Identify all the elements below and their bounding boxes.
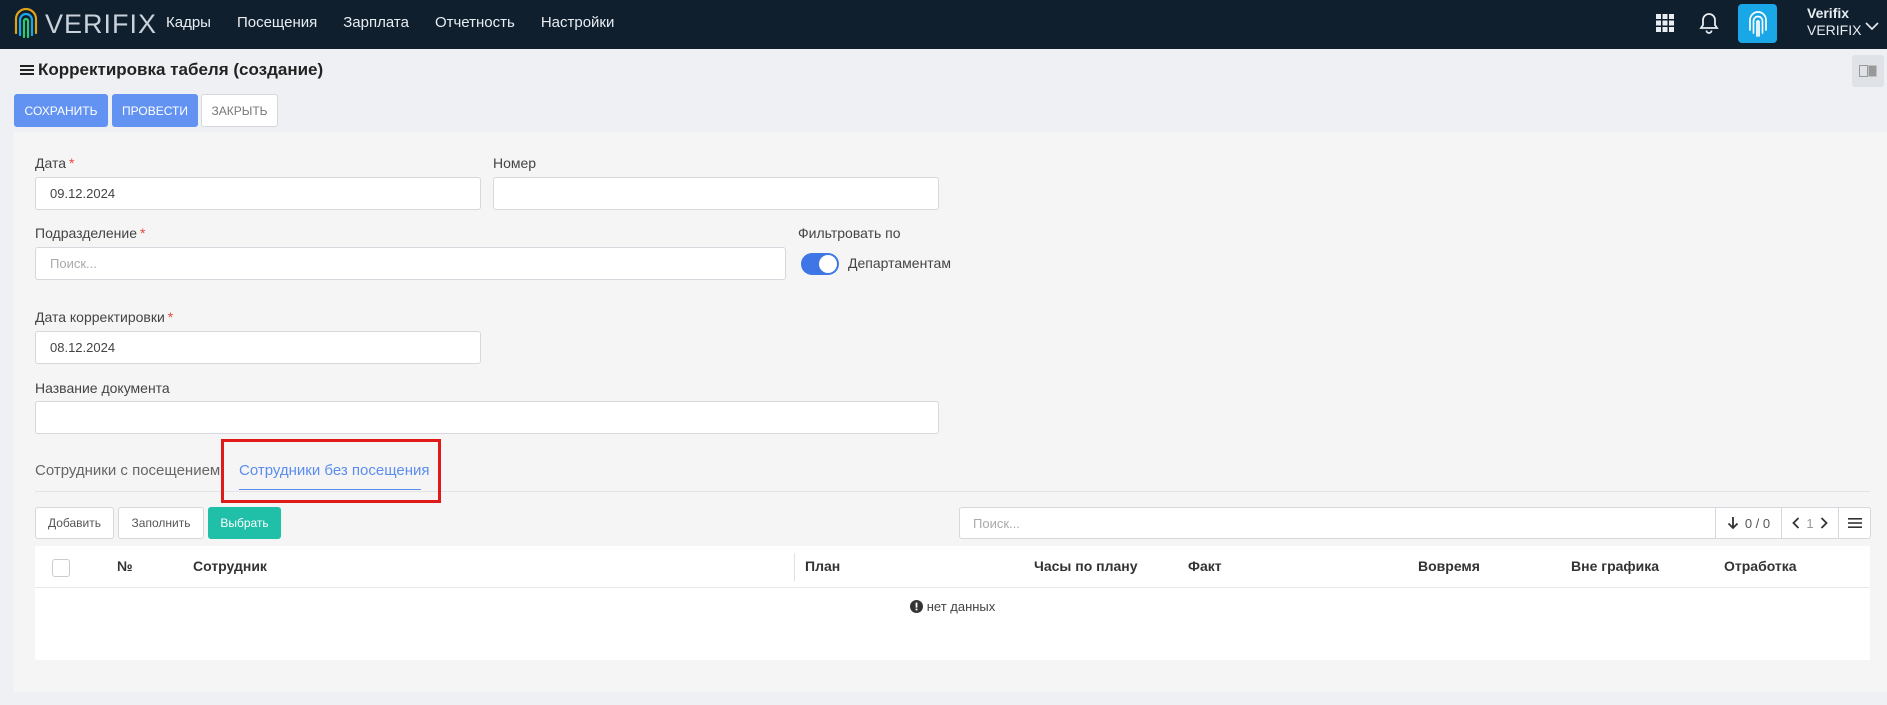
logo-text: VERIFIX (45, 8, 158, 39)
close-button[interactable]: ЗАКРЫТЬ (201, 94, 278, 127)
save-button[interactable]: СОХРАНИТЬ (14, 94, 108, 127)
fill-button[interactable]: Заполнить (118, 507, 204, 539)
verifix-logo[interactable]: VERIFIX (13, 5, 157, 43)
number-field[interactable] (493, 177, 939, 210)
employees-table: № Сотрудник План Часы по плану Факт Вовр… (35, 546, 1870, 660)
apps-grid-icon[interactable] (1655, 13, 1675, 33)
nav-item-salary[interactable]: Зарплата (343, 14, 409, 31)
document-name-field[interactable] (35, 401, 939, 434)
add-button[interactable]: Добавить (35, 507, 114, 539)
toggle-knob (819, 255, 837, 273)
info-icon (909, 600, 923, 613)
list-menu-icon (1847, 518, 1862, 528)
fingerprint-icon (1748, 10, 1767, 37)
select-button[interactable]: Выбрать (208, 507, 281, 539)
table-search-input[interactable]: Поиск... (959, 507, 1716, 539)
nav-item-attendance[interactable]: Посещения (237, 14, 317, 31)
hamburger-menu-icon[interactable] (20, 64, 34, 76)
fingerprint-button[interactable] (1738, 4, 1777, 43)
user-menu[interactable]: Verifix VERIFIX (1807, 5, 1861, 38)
column-fact[interactable]: Факт (1188, 558, 1222, 574)
filter-label: Фильтровать по (798, 225, 901, 241)
division-search-input[interactable]: Поиск... (35, 247, 786, 280)
highlight-box (221, 439, 441, 503)
column-on-time[interactable]: Вовремя (1418, 558, 1480, 574)
main-nav: Кадры Посещения Зарплата Отчетность Наст… (166, 0, 640, 45)
nav-item-settings[interactable]: Настройки (541, 14, 615, 31)
user-org: VERIFIX (1807, 22, 1862, 38)
column-plan[interactable]: План (805, 558, 840, 574)
table-header: № Сотрудник План Часы по плану Факт Вовр… (35, 546, 1870, 588)
chevron-right-icon[interactable] (1820, 517, 1828, 529)
correction-date-label: Дата корректировки * (35, 309, 174, 325)
column-employee[interactable]: Сотрудник (193, 558, 267, 574)
column-workoff[interactable]: Отработка (1724, 558, 1797, 574)
page-title: Корректировка табеля (создание) (20, 60, 323, 80)
nav-item-reports[interactable]: Отчетность (435, 14, 515, 31)
date-label: Дата * (35, 155, 75, 171)
number-label: Номер (493, 155, 537, 171)
document-name-label: Название документа (35, 380, 170, 396)
column-number[interactable]: № (117, 558, 133, 574)
user-name: Verifix (1807, 5, 1850, 21)
record-count-text: 0 / 0 (1744, 515, 1771, 531)
chevron-down-icon[interactable] (1865, 22, 1879, 31)
division-label: Подразделение * (35, 225, 146, 241)
column-settings-button[interactable] (1839, 507, 1871, 539)
page-title-text: Корректировка табеля (создание) (38, 60, 324, 79)
correction-date-field[interactable]: 08.12.2024 (35, 331, 481, 364)
post-button[interactable]: ПРОВЕСТИ (112, 94, 198, 127)
department-filter-toggle[interactable] (801, 253, 839, 275)
column-planned-hours[interactable]: Часы по плану (1034, 558, 1138, 574)
empty-state: нет данных (35, 599, 1870, 614)
tab-employees-with-attendance[interactable]: Сотрудники с посещением (35, 462, 220, 479)
pagination: 1 (1782, 507, 1839, 539)
nav-item-staff[interactable]: Кадры (166, 14, 211, 31)
fingerprint-logo-icon (14, 7, 38, 39)
record-counter[interactable]: 0 / 0 (1716, 507, 1782, 539)
translate-button[interactable] (1852, 55, 1884, 87)
translate-icon (1859, 65, 1877, 77)
page-number: 1 (1806, 515, 1814, 531)
arrow-down-icon (1727, 517, 1738, 530)
top-navbar: VERIFIX Кадры Посещения Зарплата Отчетно… (0, 0, 1887, 49)
department-toggle-label: Департаментам (848, 255, 951, 271)
select-all-checkbox[interactable] (52, 559, 70, 577)
column-off-schedule[interactable]: Вне графика (1571, 558, 1659, 574)
bell-icon[interactable] (1699, 12, 1719, 34)
empty-text: нет данных (926, 599, 996, 614)
date-field[interactable]: 09.12.2024 (35, 177, 481, 210)
chevron-left-icon[interactable] (1792, 517, 1800, 529)
column-separator[interactable] (794, 553, 795, 581)
